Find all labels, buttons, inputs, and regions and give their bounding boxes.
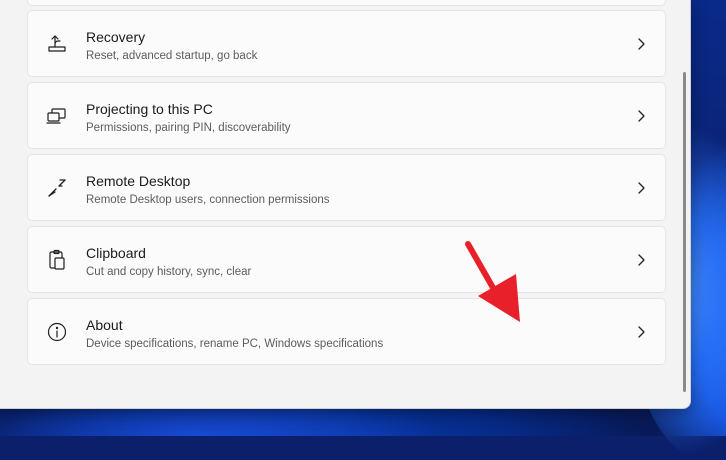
- recovery-icon: [46, 33, 68, 55]
- settings-item-recovery[interactable]: Recovery Reset, advanced startup, go bac…: [27, 10, 666, 77]
- chevron-right-icon: [635, 109, 647, 123]
- settings-item-remote-desktop[interactable]: Remote Desktop Remote Desktop users, con…: [27, 154, 666, 221]
- settings-item-subtitle: Reset, advanced startup, go back: [86, 50, 258, 62]
- settings-window: Recovery Reset, advanced startup, go bac…: [0, 0, 691, 409]
- chevron-right-icon: [635, 181, 647, 195]
- settings-item-subtitle: Permissions, pairing PIN, discoverabilit…: [86, 122, 291, 134]
- settings-item-projecting[interactable]: Projecting to this PC Permissions, pairi…: [27, 82, 666, 149]
- info-icon: [46, 321, 68, 343]
- settings-item-subtitle: Remote Desktop users, connection permiss…: [86, 194, 330, 206]
- settings-item-about[interactable]: About Device specifications, rename PC, …: [27, 298, 666, 365]
- clipboard-icon: [46, 249, 68, 271]
- settings-item-title: About: [86, 317, 123, 333]
- chevron-right-icon: [635, 37, 647, 51]
- projecting-icon: [46, 105, 68, 127]
- annotation-arrow: [465, 241, 520, 322]
- settings-item-subtitle: Device specifications, rename PC, Window…: [86, 338, 384, 350]
- vertical-scrollbar[interactable]: [683, 72, 686, 392]
- chevron-right-icon: [635, 253, 647, 267]
- settings-item-title: Recovery: [86, 29, 146, 45]
- settings-item-title: Projecting to this PC: [86, 101, 213, 117]
- remote-desktop-icon: [46, 177, 68, 199]
- settings-item-clipboard[interactable]: Clipboard Cut and copy history, sync, cl…: [27, 226, 666, 293]
- chevron-right-icon: [635, 325, 647, 339]
- settings-item-title: Remote Desktop: [86, 173, 191, 189]
- settings-item-subtitle: Cut and copy history, sync, clear: [86, 266, 252, 278]
- settings-card-partial[interactable]: [27, 0, 666, 6]
- settings-item-title: Clipboard: [86, 245, 146, 261]
